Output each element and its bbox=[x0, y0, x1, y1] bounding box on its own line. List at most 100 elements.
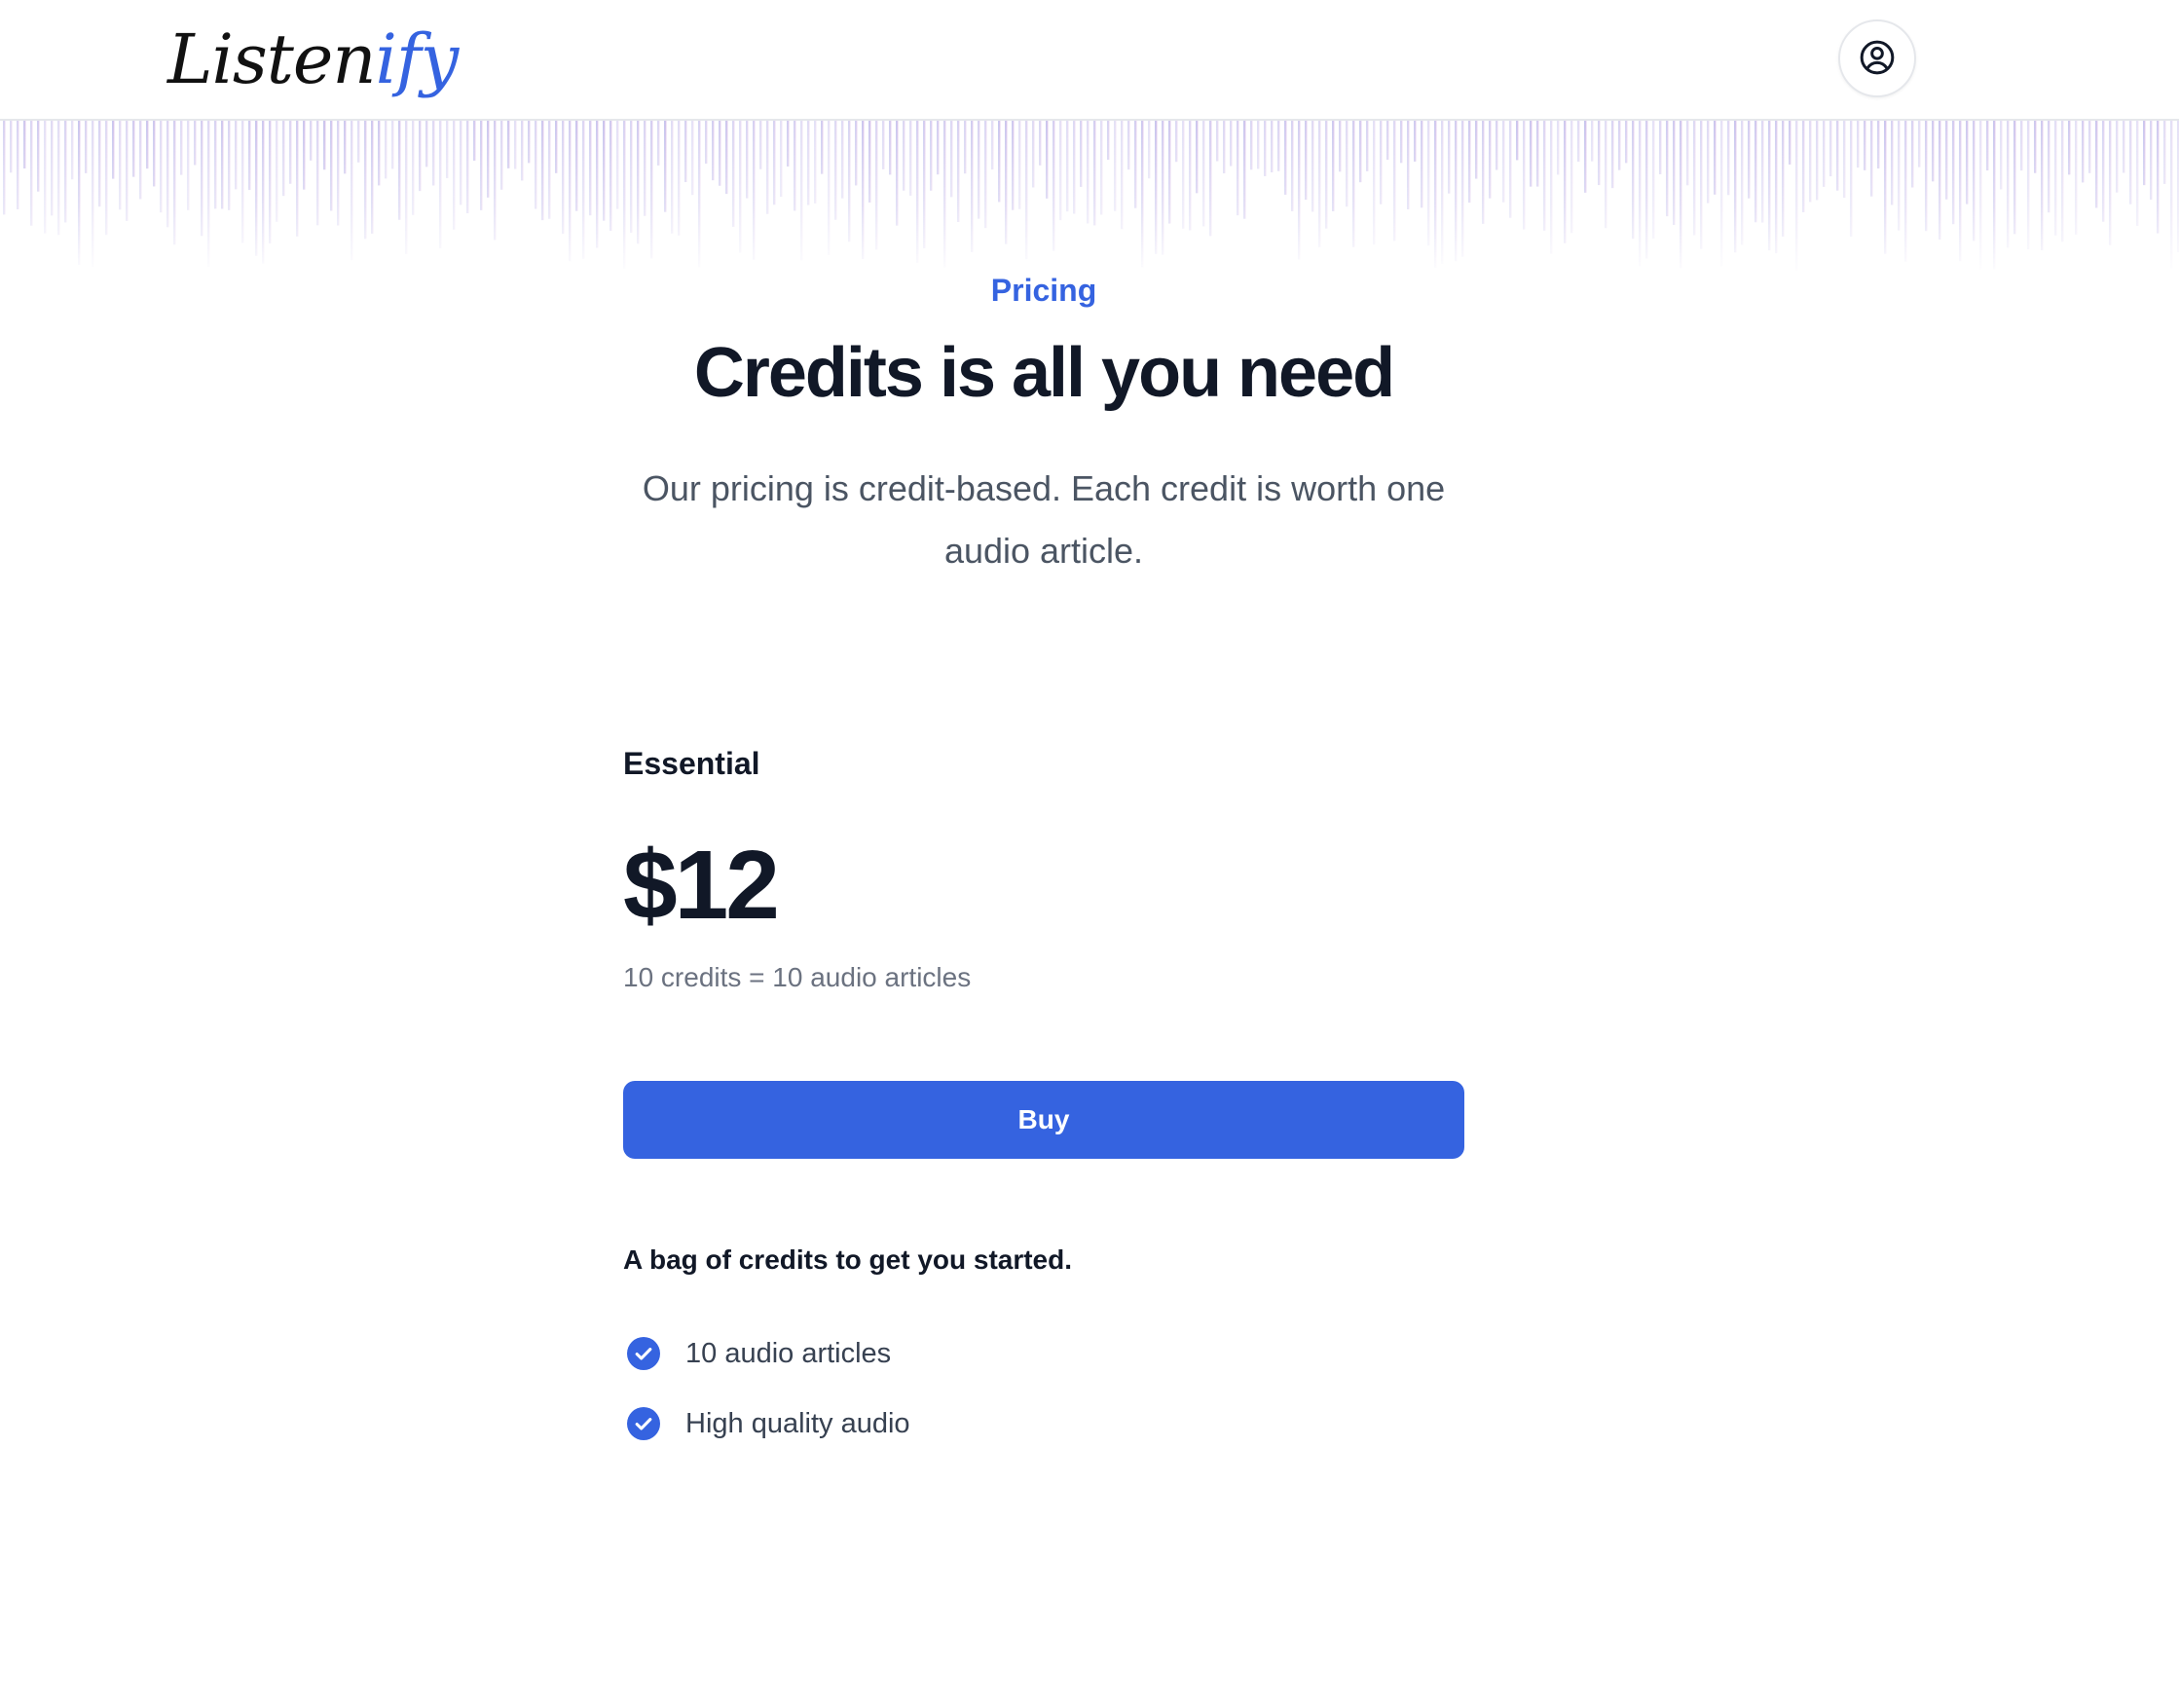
waveform-bar bbox=[2170, 121, 2173, 269]
waveform-bar bbox=[1523, 121, 1526, 230]
waveform-bar bbox=[351, 121, 353, 261]
plan-name: Essential bbox=[623, 746, 760, 781]
waveform-bar bbox=[1857, 121, 1860, 168]
feature-item: High quality audio bbox=[623, 1400, 1464, 1447]
waveform-bar bbox=[1741, 121, 1744, 245]
waveform-bar bbox=[541, 121, 544, 221]
waveform-bar bbox=[1659, 121, 1662, 174]
waveform-bar bbox=[126, 121, 129, 221]
waveform-bar bbox=[2095, 121, 2098, 208]
waveform-bar bbox=[1836, 121, 1839, 191]
waveform-bar bbox=[1277, 121, 1280, 171]
waveform-bar bbox=[794, 121, 796, 211]
waveform-bar bbox=[1237, 121, 1239, 216]
waveform-bar bbox=[2061, 121, 2064, 242]
waveform-bar bbox=[1870, 121, 1873, 197]
waveform-bar bbox=[1639, 121, 1642, 267]
waveform-bar bbox=[848, 121, 851, 242]
waveform-bar bbox=[10, 121, 13, 173]
check-circle-icon bbox=[627, 1337, 660, 1370]
waveform-bar bbox=[1918, 121, 1921, 167]
feature-label: 10 audio articles bbox=[685, 1338, 892, 1369]
waveform-bar bbox=[1823, 121, 1826, 187]
account-button[interactable] bbox=[1838, 19, 1916, 97]
waveform-bar bbox=[991, 121, 994, 170]
waveform-bar bbox=[732, 121, 735, 227]
waveform-bar bbox=[1202, 121, 1205, 227]
waveform-bar bbox=[1093, 121, 1096, 226]
waveform-bar bbox=[425, 121, 428, 167]
waveform-bar bbox=[1039, 121, 1042, 166]
waveform-bar bbox=[637, 121, 640, 244]
waveform-bar bbox=[1053, 121, 1055, 251]
waveform-bar bbox=[1877, 121, 1880, 169]
waveform-bar bbox=[766, 121, 769, 214]
waveform-bar bbox=[207, 121, 210, 267]
waveform-bar bbox=[644, 121, 646, 216]
waveform-bar bbox=[1175, 121, 1178, 163]
logo[interactable]: Listen ify bbox=[167, 6, 459, 113]
waveform-bar bbox=[1291, 121, 1294, 211]
waveform-bar bbox=[1898, 121, 1901, 231]
waveform-bar bbox=[385, 121, 388, 179]
waveform-bar bbox=[2163, 121, 2166, 184]
waveform-bar bbox=[548, 121, 551, 219]
waveform-bar bbox=[1611, 121, 1614, 189]
buy-button[interactable]: Buy bbox=[623, 1081, 1464, 1159]
waveform-bar bbox=[1489, 121, 1492, 199]
waveform-bar bbox=[1352, 121, 1355, 247]
waveform-bar bbox=[330, 121, 333, 211]
waveform-bar bbox=[1795, 121, 1798, 271]
waveform-bar bbox=[214, 121, 217, 209]
waveform-bar bbox=[1591, 121, 1594, 162]
waveform-bar bbox=[119, 121, 122, 210]
waveform-bar bbox=[1973, 121, 1976, 241]
waveform-bar bbox=[2000, 121, 2003, 190]
waveform-bar bbox=[1032, 121, 1035, 188]
waveform-bar bbox=[289, 121, 292, 184]
waveform-bar bbox=[1134, 121, 1137, 208]
waveform-bar bbox=[1386, 121, 1389, 161]
waveform-bar bbox=[1543, 121, 1546, 231]
waveform-graphic bbox=[3, 121, 2179, 271]
waveform-bar bbox=[1407, 121, 1410, 209]
waveform-bar bbox=[1346, 121, 1348, 207]
waveform-bar bbox=[323, 121, 326, 170]
waveform-bar bbox=[855, 121, 858, 186]
waveform-bar bbox=[1673, 121, 1676, 226]
waveform-bar bbox=[862, 121, 865, 259]
waveform-bar bbox=[1482, 121, 1485, 224]
waveform-bar bbox=[1843, 121, 1846, 199]
waveform-bar bbox=[964, 121, 967, 174]
waveform-bar bbox=[589, 121, 592, 216]
waveform-bar bbox=[609, 121, 612, 232]
waveform-bar bbox=[1121, 121, 1124, 230]
waveform-bar bbox=[1073, 121, 1076, 214]
waveform-bar bbox=[1605, 121, 1607, 229]
waveform-bar bbox=[1107, 121, 1110, 161]
waveform-bar bbox=[269, 121, 272, 243]
waveform-bar bbox=[487, 121, 490, 198]
waveform-bar bbox=[1421, 121, 1423, 208]
waveform-bar bbox=[1127, 121, 1130, 170]
waveform-bar bbox=[1768, 121, 1771, 251]
waveform-bar bbox=[1141, 121, 1144, 268]
waveform-bar bbox=[1939, 121, 1941, 241]
waveform-bar bbox=[2082, 121, 2085, 183]
waveform-bar bbox=[1441, 121, 1444, 265]
waveform-bar bbox=[337, 121, 340, 226]
waveform-bar bbox=[930, 121, 933, 191]
waveform-bar bbox=[1311, 121, 1314, 212]
waveform-bar bbox=[1080, 121, 1083, 187]
waveform-bar bbox=[1400, 121, 1403, 164]
waveform-bar bbox=[160, 121, 163, 213]
waveform-bar bbox=[1925, 121, 1928, 232]
waveform-bar bbox=[473, 121, 476, 161]
waveform-bar bbox=[1148, 121, 1151, 179]
waveform-bar bbox=[2136, 121, 2139, 226]
waveform-bar bbox=[262, 121, 265, 264]
waveform-bar bbox=[460, 121, 462, 205]
waveform-bar bbox=[146, 121, 149, 169]
waveform-bar bbox=[282, 121, 285, 197]
waveform-bar bbox=[1645, 121, 1648, 259]
